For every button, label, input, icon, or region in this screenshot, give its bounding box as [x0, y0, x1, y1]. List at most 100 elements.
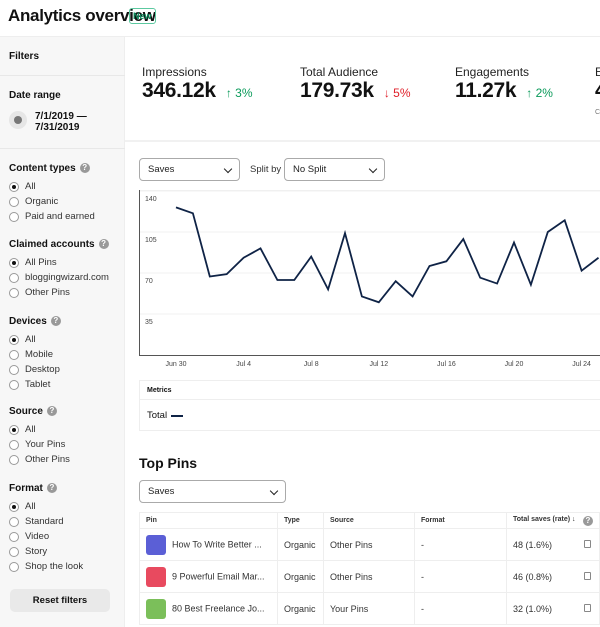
- split-select-value: No Split: [293, 164, 327, 175]
- pin-cell[interactable]: How To Write Better ...: [139, 528, 278, 561]
- radio-button[interactable]: [9, 272, 19, 283]
- table-row[interactable]: How To Write Better ... Organic Other Pi…: [139, 528, 600, 561]
- filter-group-label: Format: [9, 483, 43, 494]
- help-icon[interactable]: ?: [50, 316, 61, 326]
- table-row[interactable]: 80 Best Freelance Jo... Organic Your Pin…: [139, 592, 600, 625]
- filter-group-heading: Format?: [9, 483, 57, 494]
- radio-button[interactable]: [9, 181, 19, 192]
- filter-option-label: Tablet: [25, 379, 51, 390]
- filter-option[interactable]: All: [9, 181, 36, 192]
- pin-saves: 48 (1.6%): [513, 539, 553, 550]
- filter-option[interactable]: Your Pins: [9, 439, 65, 450]
- metric-card[interactable]: Impressions 346.12k ↑ 3%: [142, 65, 253, 103]
- radio-button[interactable]: [9, 349, 19, 360]
- radio-button[interactable]: [9, 364, 19, 375]
- filter-option-label: Paid and earned: [25, 211, 95, 222]
- saves-line-chart: 35 70 105 140 Jun 30 Jul 4 Jul 8 Jul 12 Jul 16 Ju…: [139, 190, 600, 368]
- radio-button[interactable]: [9, 439, 19, 450]
- filter-option[interactable]: Video: [9, 531, 49, 542]
- arrow-down-icon: ↓: [383, 86, 390, 100]
- metric-card[interactable]: Engagements 11.27k ↑ 2%: [455, 65, 553, 103]
- arrow-up-icon: ↑: [526, 86, 533, 100]
- legend-item-total[interactable]: Total: [147, 410, 184, 421]
- radio-button[interactable]: [9, 211, 19, 222]
- radio-button[interactable]: [9, 561, 19, 572]
- filter-option[interactable]: Story: [9, 546, 47, 557]
- metric-change-value: 3%: [235, 86, 253, 100]
- help-icon[interactable]: ?: [46, 406, 57, 416]
- pin-cell[interactable]: 9 Powerful Email Mar...: [139, 560, 278, 593]
- divider: [140, 399, 600, 400]
- sort-down-icon[interactable]: ↓: [572, 516, 576, 523]
- help-icon[interactable]: ?: [583, 515, 593, 526]
- metric-change-value: 2%: [535, 86, 553, 100]
- y-tick-label: 70: [145, 278, 153, 285]
- pin-saves-cell: 48 (1.6%): [506, 528, 600, 561]
- metric-value: 11.27k: [455, 79, 517, 102]
- filter-option-label: All: [25, 181, 36, 192]
- filter-group-label: Claimed accounts: [9, 239, 95, 250]
- metric-value: 179.73k: [300, 79, 374, 102]
- copy-icon[interactable]: [584, 571, 591, 580]
- filter-option[interactable]: All: [9, 334, 36, 345]
- metric-card[interactable]: E 4 Co: [595, 65, 600, 116]
- filter-option-label: Other Pins: [25, 287, 70, 298]
- pin-type: Organic: [277, 560, 324, 593]
- metric-select[interactable]: Saves: [139, 158, 240, 181]
- col-total-saves[interactable]: Total saves (rate) ↓?: [506, 512, 600, 529]
- y-tick-label: 140: [145, 196, 157, 203]
- help-icon[interactable]: ?: [46, 483, 57, 493]
- radio-button[interactable]: [9, 257, 19, 268]
- pin-cell[interactable]: 80 Best Freelance Jo...: [139, 592, 278, 625]
- reset-filters-button[interactable]: Reset filters: [10, 589, 110, 612]
- x-tick-label: Jul 16: [437, 361, 456, 368]
- radio-button[interactable]: [9, 287, 19, 298]
- new-badge: New: [129, 8, 156, 24]
- radio-button[interactable]: [9, 424, 19, 435]
- col-format: Format: [414, 512, 507, 529]
- radio-button[interactable]: [9, 546, 19, 557]
- filter-option[interactable]: All Pins: [9, 257, 57, 268]
- filter-option-label: Video: [25, 531, 50, 542]
- split-select[interactable]: No Split: [284, 158, 385, 181]
- clock-icon[interactable]: [9, 111, 27, 129]
- copy-icon[interactable]: [584, 603, 591, 612]
- filter-option[interactable]: Shop the look: [9, 561, 83, 572]
- pin-thumbnail: [146, 534, 166, 555]
- filter-option[interactable]: Paid and earned: [9, 211, 95, 222]
- filter-option[interactable]: Other Pins: [9, 287, 70, 298]
- top-pins-table: Pin Type Source Format Total saves (rate…: [139, 512, 600, 625]
- filter-option[interactable]: bloggingwizard.com: [9, 272, 109, 283]
- copy-icon[interactable]: [584, 539, 591, 548]
- help-icon[interactable]: ?: [98, 239, 109, 249]
- radio-button[interactable]: [9, 501, 19, 512]
- filter-option[interactable]: Organic: [9, 196, 58, 207]
- filter-option[interactable]: Other Pins: [9, 454, 70, 465]
- filter-option[interactable]: All: [9, 501, 36, 512]
- date-end: 7/31/2019: [35, 122, 80, 133]
- table-row[interactable]: 9 Powerful Email Mar... Organic Other Pi…: [139, 560, 600, 593]
- radio-button[interactable]: [9, 334, 19, 345]
- filter-option[interactable]: Desktop: [9, 364, 60, 375]
- metric-card[interactable]: Total Audience 179.73k ↓ 5%: [300, 65, 411, 103]
- top-pins-heading: Top Pins: [139, 455, 198, 471]
- pin-saves: 32 (1.0%): [513, 603, 553, 614]
- radio-button[interactable]: [9, 531, 19, 542]
- filter-option[interactable]: Tablet: [9, 379, 50, 390]
- filter-option[interactable]: Mobile: [9, 349, 53, 360]
- radio-button[interactable]: [9, 379, 19, 390]
- filter-option[interactable]: All: [9, 424, 36, 435]
- top-pins-metric-select[interactable]: Saves: [139, 480, 286, 503]
- filter-group-heading: Content types?: [9, 163, 90, 174]
- date-range-picker[interactable]: 7/1/2019 — 7/31/2019: [35, 111, 87, 133]
- filter-group-label: Content types: [9, 163, 76, 174]
- help-icon[interactable]: ?: [79, 163, 90, 173]
- filter-option-label: All Pins: [25, 257, 57, 268]
- radio-button[interactable]: [9, 454, 19, 465]
- filter-option[interactable]: Standard: [9, 516, 64, 527]
- radio-button[interactable]: [9, 196, 19, 207]
- pin-saves: 46 (0.8%): [513, 571, 553, 582]
- radio-button[interactable]: [9, 516, 19, 527]
- metric-select-value: Saves: [148, 164, 175, 175]
- filter-option-label: Your Pins: [25, 439, 66, 450]
